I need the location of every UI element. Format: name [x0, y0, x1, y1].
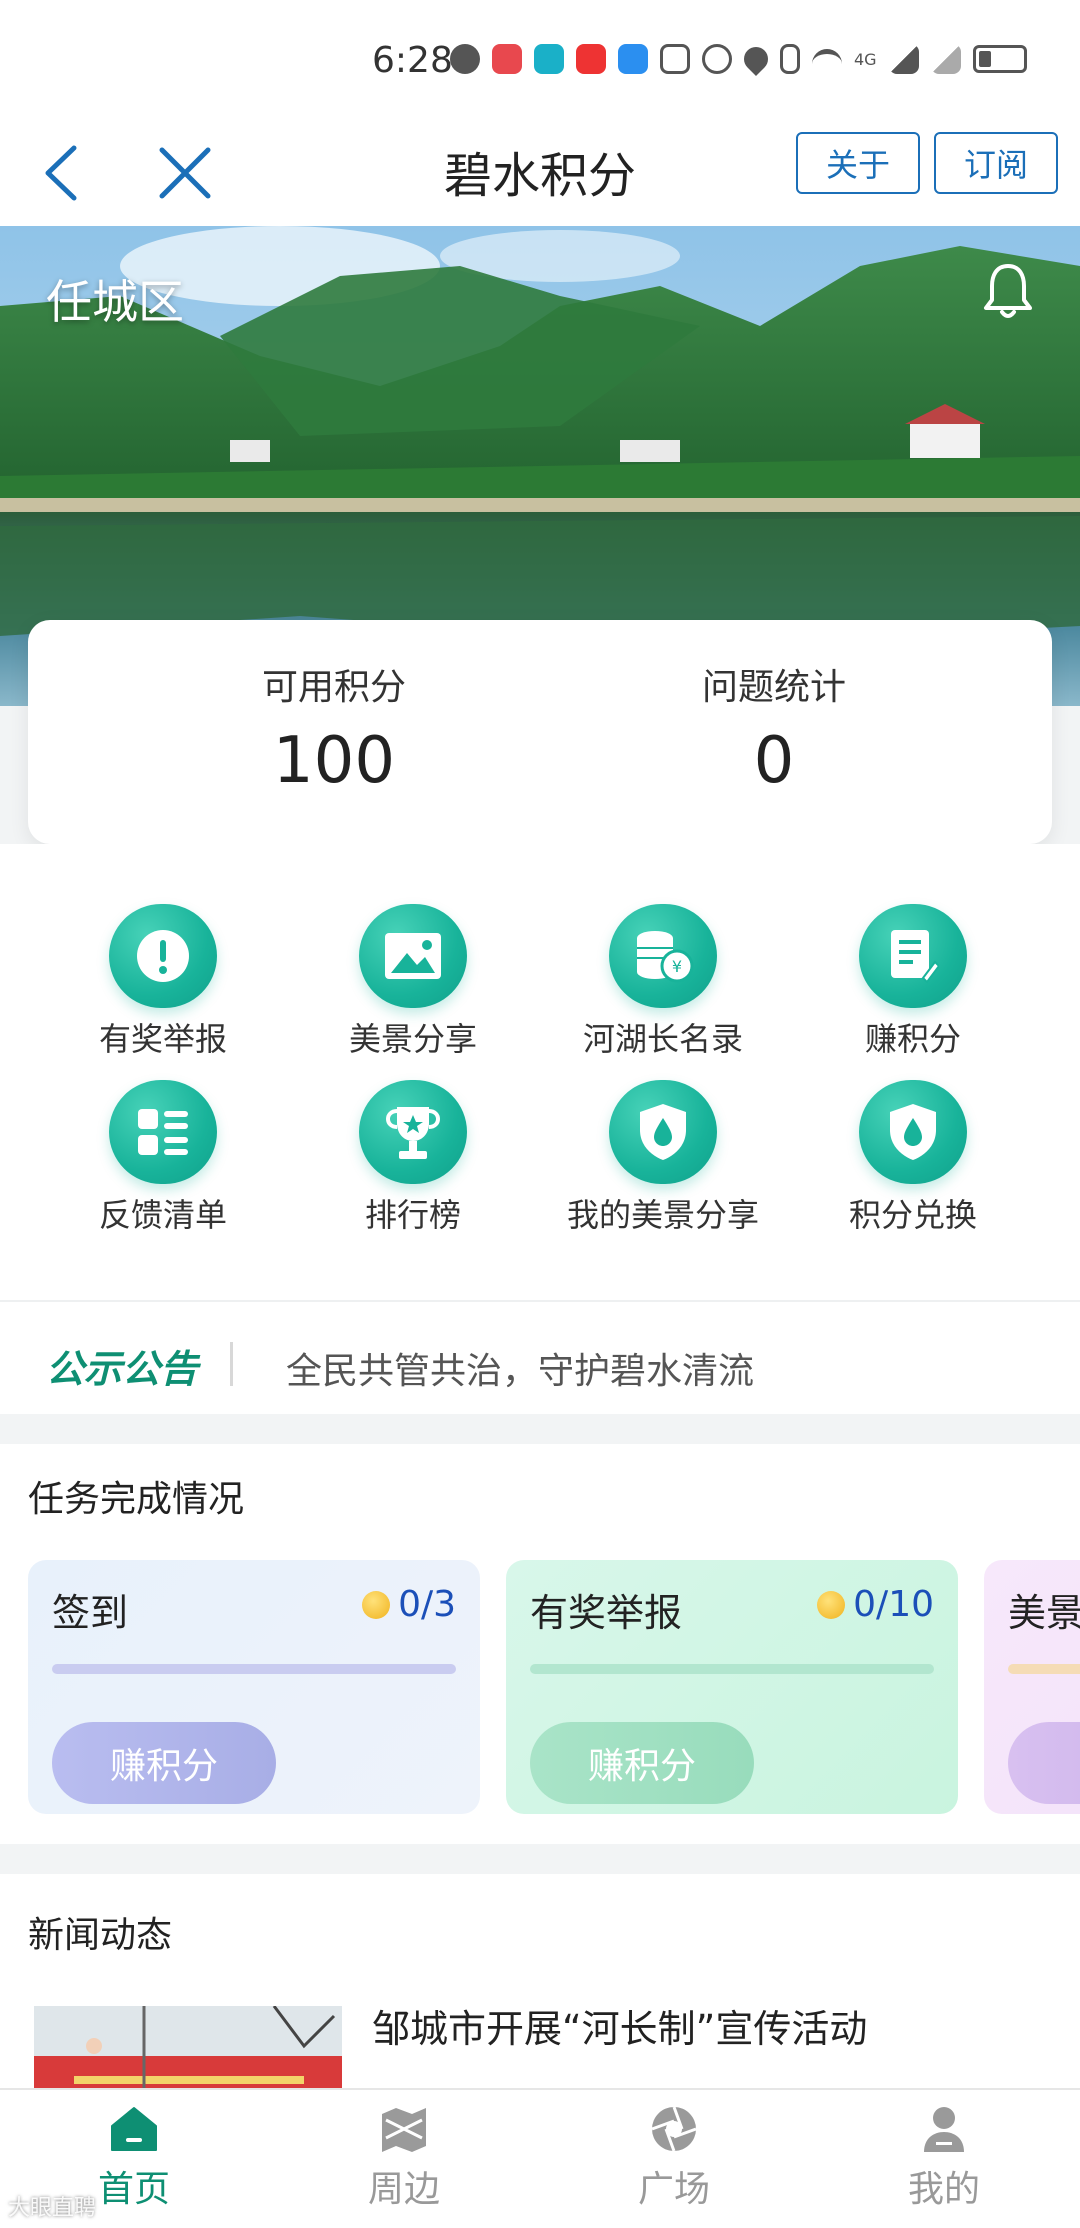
- tab-nearby[interactable]: 周边: [304, 2104, 504, 2212]
- app-icon: [618, 44, 648, 74]
- exclamation-icon: [109, 904, 217, 1008]
- news-section: 新闻动态 邹城市开展“河长制”宣传活动: [0, 1874, 1080, 2090]
- vibrate-icon: [780, 44, 800, 74]
- stat-label: 可用积分: [261, 667, 406, 708]
- back-arrow-icon[interactable]: [36, 138, 96, 208]
- menu-item-points-exchange[interactable]: 积分兑换: [788, 1080, 1038, 1236]
- news-thumbnail[interactable]: [34, 2006, 342, 2090]
- task-progress: 0/10: [817, 1584, 934, 1625]
- menu-item-leaderboard[interactable]: 排行榜: [288, 1080, 538, 1236]
- tab-label: 我的: [907, 2169, 980, 2210]
- menu-item-scenery-share[interactable]: 美景分享: [288, 904, 538, 1060]
- menu-label: 赚积分: [864, 1020, 961, 1058]
- progress-bar: [52, 1664, 456, 1674]
- earn-points-button[interactable]: 赚积分: [530, 1722, 754, 1804]
- app-icon: [534, 44, 564, 74]
- stats-card: 可用积分 100 问题统计 0: [28, 620, 1052, 844]
- stat-value: 100: [272, 724, 396, 798]
- task-card-scenery[interactable]: 美景 赚: [984, 1560, 1080, 1814]
- section-title: 新闻动态: [28, 1915, 173, 1956]
- close-icon[interactable]: [150, 138, 220, 208]
- task-card-checkin[interactable]: 签到 0/3 赚积分: [28, 1560, 480, 1814]
- user-icon: [924, 2107, 964, 2152]
- image-icon: [359, 904, 467, 1008]
- menu-item-earn-points[interactable]: 赚积分: [788, 904, 1038, 1060]
- watermark: 大眼直聘: [8, 2196, 97, 2221]
- notice-text: 全民共管共治，守护碧水清流: [286, 1351, 755, 1392]
- tab-plaza[interactable]: 广场: [574, 2104, 774, 2212]
- notice-bar[interactable]: 公示公告 全民共管共治，守护碧水清流: [0, 1300, 1080, 1414]
- task-name: 美景: [1008, 1591, 1080, 1635]
- progress-bar: [530, 1664, 934, 1674]
- menu-item-feedback-list[interactable]: 反馈清单: [38, 1080, 288, 1236]
- menu-label: 河湖长名录: [582, 1020, 743, 1058]
- task-section: 任务完成情况 签到 0/3 赚积分 有奖举报 0/10 赚积分 美景 赚: [0, 1444, 1080, 1844]
- available-points[interactable]: 可用积分 100: [134, 658, 534, 798]
- shield-drop-icon: [609, 1080, 717, 1184]
- earn-points-button[interactable]: 赚: [1008, 1722, 1080, 1804]
- message-icon: [450, 44, 480, 74]
- nfc-icon: [660, 44, 690, 74]
- menu-label: 有奖举报: [98, 1020, 227, 1058]
- tab-label: 首页: [97, 2169, 170, 2210]
- menu-item-my-scenery-share[interactable]: 我的美景分享: [538, 1080, 788, 1236]
- aperture-icon: [651, 2106, 697, 2152]
- tab-label: 周边: [367, 2169, 440, 2210]
- menu-label: 积分兑换: [848, 1196, 977, 1234]
- notice-tag: 公示公告: [46, 1347, 199, 1391]
- about-button[interactable]: 关于: [796, 132, 920, 194]
- signal-icon: [888, 44, 919, 74]
- tab-label: 广场: [637, 2169, 710, 2210]
- subscribe-button[interactable]: 订阅: [934, 132, 1058, 194]
- nav-bar: 碧水积分 关于 订阅: [0, 120, 1080, 226]
- home-icon: [111, 2107, 157, 2151]
- task-card-report[interactable]: 有奖举报 0/10 赚积分: [506, 1560, 958, 1814]
- menu-label: 美景分享: [348, 1020, 477, 1058]
- menu-item-report[interactable]: 有奖举报: [38, 904, 288, 1060]
- menu-item-river-chief-directory[interactable]: ¥ 河湖长名录: [538, 904, 788, 1060]
- shield-drop-icon: [859, 1080, 967, 1184]
- menu-label: 排行榜: [364, 1196, 461, 1234]
- battery-icon: [972, 45, 1027, 73]
- tab-mine[interactable]: 我的: [844, 2104, 1044, 2212]
- location-icon: [739, 42, 773, 76]
- issue-stats[interactable]: 问题统计 0: [574, 658, 974, 798]
- trophy-icon: [359, 1080, 467, 1184]
- bell-icon[interactable]: [980, 260, 1036, 324]
- coin-icon: [817, 1590, 846, 1619]
- wifi-icon: [812, 49, 842, 69]
- stat-label: 问题统计: [701, 667, 846, 708]
- section-title: 任务完成情况: [28, 1479, 245, 1520]
- menu-label: 反馈清单: [98, 1196, 227, 1234]
- task-progress: 0/3: [362, 1584, 456, 1625]
- menu-grid: 有奖举报 美景分享 ¥ 河湖长名录 赚积分 反馈清单 排行榜 我的美景分享 积分…: [0, 904, 1080, 1236]
- progress-bar: [1008, 1664, 1080, 1674]
- coins-icon: ¥: [609, 904, 717, 1008]
- task-name: 签到: [52, 1591, 129, 1635]
- signal-icon: [930, 44, 961, 74]
- status-icons: 4G: [450, 42, 1027, 76]
- alarm-icon: [702, 44, 732, 74]
- status-bar: 6:28 4G: [0, 0, 1080, 120]
- list-icon: [109, 1080, 217, 1184]
- tab-bar: 首页 周边 广场 我的: [0, 2088, 1080, 2228]
- coin-icon: [362, 1590, 391, 1619]
- app-icon: [576, 44, 606, 74]
- region-label[interactable]: 任城区: [46, 266, 184, 332]
- network-label: 4G: [854, 49, 877, 69]
- document-edit-icon: [859, 904, 967, 1008]
- status-time: 6:28: [372, 40, 453, 81]
- map-icon: [382, 2108, 426, 2152]
- earn-points-button[interactable]: 赚积分: [52, 1722, 276, 1804]
- page-title: 碧水积分: [443, 148, 636, 204]
- news-headline[interactable]: 邹城市开展“河长制”宣传活动: [372, 1998, 867, 2053]
- task-name: 有奖举报: [530, 1591, 683, 1635]
- app-icon: [492, 44, 522, 74]
- stat-value: 0: [753, 724, 795, 798]
- menu-label: 我的美景分享: [566, 1196, 759, 1234]
- divider: [230, 1342, 233, 1386]
- svg-text:¥: ¥: [672, 957, 682, 976]
